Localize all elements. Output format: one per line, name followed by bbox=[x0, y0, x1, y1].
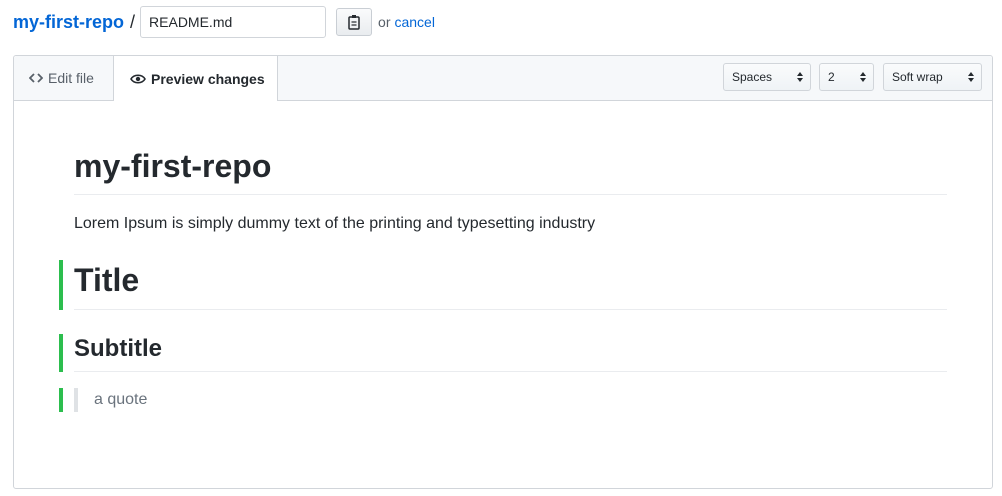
preview-paragraph: Lorem Ipsum is simply dummy text of the … bbox=[74, 215, 596, 232]
indent-mode-select[interactable]: Spaces bbox=[723, 63, 811, 91]
breadcrumb: my-first-repo / or cancel bbox=[13, 5, 435, 39]
added-line-marker bbox=[59, 388, 63, 412]
preview-subtitle: Subtitle bbox=[74, 335, 947, 372]
editor-toolbar: Edit file Preview changes Spaces 2 Soft … bbox=[14, 56, 992, 101]
tab-label: Preview changes bbox=[151, 70, 265, 87]
paste-button[interactable] bbox=[336, 8, 373, 36]
indent-mode-value: Spaces bbox=[732, 70, 773, 84]
preview-title: Title bbox=[74, 261, 947, 310]
select-caret-icon bbox=[797, 72, 803, 82]
cancel-link[interactable]: cancel bbox=[394, 14, 434, 30]
wrap-mode-value: Soft wrap bbox=[892, 70, 943, 84]
indent-size-value: 2 bbox=[828, 70, 835, 84]
preview-heading: my-first-repo bbox=[74, 148, 947, 195]
added-line-marker bbox=[59, 260, 63, 310]
path-separator: / bbox=[130, 11, 136, 32]
file-editor: Edit file Preview changes Spaces 2 Soft … bbox=[13, 55, 993, 489]
tab-edit-file[interactable]: Edit file bbox=[14, 56, 114, 100]
added-line-marker bbox=[59, 334, 63, 372]
select-caret-icon bbox=[968, 72, 974, 82]
filename-input[interactable] bbox=[140, 6, 327, 38]
wrap-mode-select[interactable]: Soft wrap bbox=[883, 63, 982, 91]
or-text: or bbox=[378, 14, 391, 30]
eye-icon bbox=[130, 73, 146, 84]
indent-size-select[interactable]: 2 bbox=[819, 63, 874, 91]
clipboard-icon bbox=[348, 15, 360, 30]
repo-link[interactable]: my-first-repo bbox=[13, 12, 124, 33]
tab-label: Edit file bbox=[48, 70, 94, 86]
select-caret-icon bbox=[860, 72, 866, 82]
preview-blockquote: a quote bbox=[74, 388, 147, 412]
tab-preview-changes[interactable]: Preview changes bbox=[113, 56, 278, 101]
code-icon bbox=[29, 73, 43, 83]
